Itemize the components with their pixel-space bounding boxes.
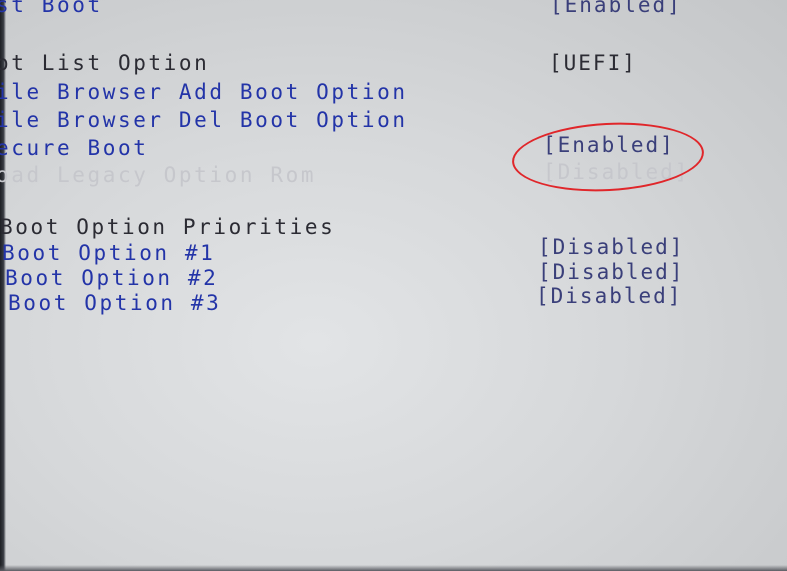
red-annotation-circle — [510, 118, 706, 196]
monitor-bezel-bottom — [0, 565, 787, 571]
boot-option-2-label[interactable]: Boot Option #2 — [5, 266, 218, 290]
setting-value-fast-boot[interactable]: [Enabled] — [550, 0, 682, 17]
boot-option-1-label[interactable]: Boot Option #1 — [2, 241, 215, 265]
setting-label-load-legacy-option-rom: oad Legacy Option Rom — [0, 163, 317, 187]
bios-boot-screen: st Boot [Enabled] ot List Option [UEFI] … — [0, 0, 787, 571]
boot-option-priorities-heading: Boot Option Priorities — [0, 215, 336, 239]
setting-file-browser-add-boot-option[interactable]: ile Browser Add Boot Option — [0, 80, 408, 104]
setting-file-browser-del-boot-option[interactable]: ile Browser Del Boot Option — [0, 108, 408, 132]
boot-option-3-value[interactable]: [Disabled] — [536, 284, 682, 308]
boot-option-3-label[interactable]: Boot Option #3 — [8, 291, 221, 315]
setting-label-secure-boot[interactable]: ecure Boot — [0, 136, 148, 160]
boot-option-2-value[interactable]: [Disabled] — [538, 260, 684, 284]
setting-value-boot-list-option[interactable]: [UEFI] — [549, 51, 637, 75]
setting-label-fast-boot[interactable]: st Boot — [0, 0, 103, 17]
boot-option-1-value[interactable]: [Disabled] — [538, 235, 684, 259]
setting-label-boot-list-option[interactable]: ot List Option — [0, 51, 209, 75]
